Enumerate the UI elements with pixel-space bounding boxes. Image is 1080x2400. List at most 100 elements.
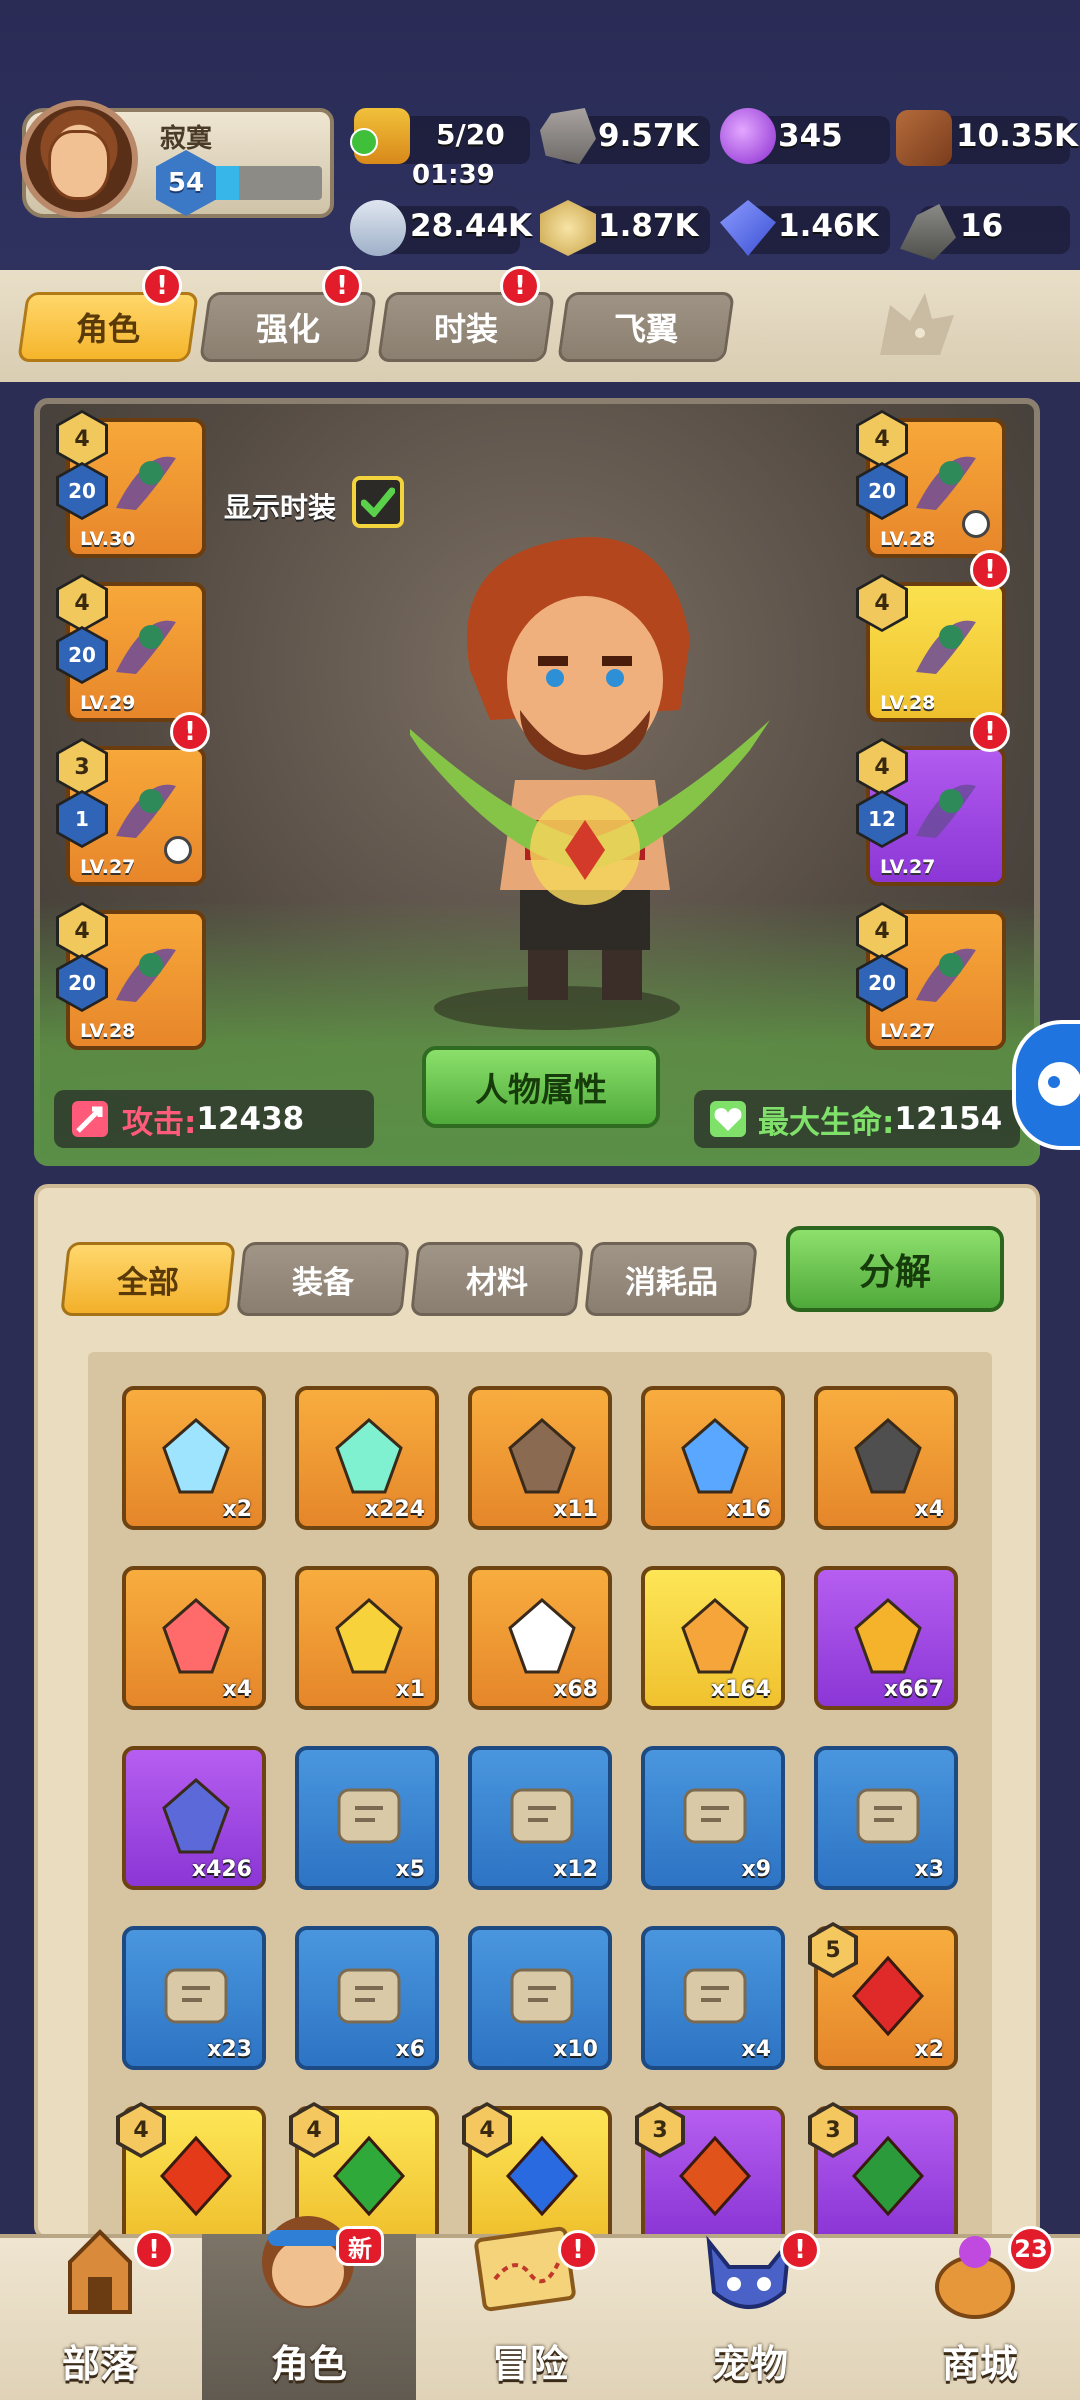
equipment-item-icon [116, 948, 176, 1002]
filter-equipment[interactable]: 装备 [236, 1242, 410, 1316]
bone-value: 28.44K [410, 208, 533, 244]
tribe-icon [68, 2229, 132, 2314]
bone-icon [350, 200, 406, 256]
inventory-item[interactable]: x16 [641, 1386, 785, 1530]
filter-all[interactable]: 全部 [60, 1242, 236, 1316]
item-quantity: x68 [553, 1677, 598, 1702]
decompose-button[interactable]: 分解 [786, 1226, 1004, 1312]
inventory-item[interactable]: x164 [641, 1566, 785, 1710]
inventory-item[interactable]: x4 [641, 1926, 785, 2070]
inventory-item[interactable]: x1 [295, 1566, 439, 1710]
gamepad-icon [1038, 1062, 1080, 1106]
alert-icon: ! [322, 266, 362, 306]
equipment-level: LV.27 [880, 856, 936, 878]
inventory-item[interactable]: 4 [462, 2102, 612, 2234]
equipment-level: LV.27 [880, 1020, 936, 1042]
lock-icon [164, 836, 192, 864]
add-stamina-icon[interactable] [350, 128, 378, 156]
shop-count-badge: 23 [1008, 2226, 1054, 2272]
item-icon [510, 1788, 574, 1844]
stone-value: 9.57K [598, 118, 699, 154]
inventory-item[interactable]: x12 [468, 1746, 612, 1890]
equipment-item-icon [116, 784, 176, 838]
filter-materials[interactable]: 材料 [410, 1242, 584, 1316]
item-quantity: x667 [883, 1677, 944, 1702]
item-icon [335, 1418, 403, 1494]
item-icon [164, 1968, 228, 2024]
inventory-item[interactable]: x4 [122, 1566, 266, 1710]
alert-icon: ! [558, 2230, 598, 2270]
side-menu-handle[interactable] [1012, 1020, 1080, 1150]
item-icon [678, 2135, 752, 2217]
orb-value: 345 [778, 118, 843, 154]
alert-icon: ! [500, 266, 540, 306]
equipment-level: LV.28 [880, 528, 936, 550]
item-quantity: x23 [207, 2037, 252, 2062]
wood-value: 10.35K [956, 118, 1079, 154]
inventory-item[interactable]: x426 [122, 1746, 266, 1890]
max-hp-stat: 最大生命: 12154 [694, 1090, 1020, 1148]
equipment-item-icon [116, 620, 176, 674]
item-quantity: x2 [222, 1497, 253, 1522]
filter-consumables[interactable]: 消耗品 [584, 1242, 758, 1316]
item-quantity: x3 [914, 1857, 945, 1882]
item-icon [508, 1598, 576, 1674]
inventory-item[interactable]: x2 [122, 1386, 266, 1530]
inventory-item[interactable]: 3 [808, 2102, 958, 2234]
item-quantity: x10 [553, 2037, 598, 2062]
show-fashion-label: 显示时装 [224, 491, 337, 524]
item-quantity: x426 [191, 1857, 252, 1882]
stamina-timer: 01:39 [412, 160, 495, 190]
character-attributes-button[interactable]: 人物属性 [422, 1046, 660, 1128]
item-icon [337, 1968, 401, 2024]
coin-value: 1.87K [598, 208, 699, 244]
ore-value: 16 [960, 208, 1004, 244]
inventory-item[interactable]: x224 [295, 1386, 439, 1530]
item-icon [851, 1955, 925, 2037]
star-badge-value: 4 [466, 2106, 508, 2154]
inventory-item[interactable]: x9 [641, 1746, 785, 1890]
avatar-face-icon [48, 130, 110, 200]
show-fashion-checkbox[interactable] [352, 476, 404, 528]
item-icon [854, 1598, 922, 1674]
inventory-item[interactable]: x667 [814, 1566, 958, 1710]
item-icon [681, 1418, 749, 1494]
inventory-item[interactable]: x5 [295, 1746, 439, 1890]
orb-icon [720, 108, 776, 164]
item-quantity: x1 [395, 1677, 426, 1702]
inventory-item[interactable]: x68 [468, 1566, 612, 1710]
item-icon [335, 1598, 403, 1674]
inventory-item[interactable]: x3 [814, 1746, 958, 1890]
wood-icon [896, 110, 952, 166]
equipment-item-icon [916, 948, 976, 1002]
wolf-emblem-icon [880, 293, 954, 355]
item-quantity: x6 [395, 2037, 426, 2062]
item-quantity: x164 [710, 1677, 771, 1702]
hero-character [410, 537, 770, 1000]
item-quantity: x4 [222, 1677, 253, 1702]
item-quantity: x12 [553, 1857, 598, 1882]
player-name: 寂寞 [160, 124, 213, 154]
inventory-item[interactable]: x23 [122, 1926, 266, 2070]
item-quantity: x4 [741, 2037, 772, 2062]
alert-icon: ! [142, 266, 182, 306]
inventory-item[interactable]: x10 [468, 1926, 612, 2070]
star-badge-value: 4 [293, 2106, 335, 2154]
item-icon [510, 1968, 574, 2024]
inventory-item[interactable]: x4 [814, 1386, 958, 1530]
tab-wings[interactable]: 飞翼 [557, 292, 735, 362]
inventory-item[interactable]: 3 [635, 2102, 785, 2234]
inventory-item[interactable]: 5 x2 [808, 1922, 958, 2070]
star-badge-value: 3 [812, 2106, 854, 2154]
alert-icon: ! [780, 2230, 820, 2270]
item-icon [683, 1788, 747, 1844]
item-icon [854, 1418, 922, 1494]
item-quantity: x16 [726, 1497, 771, 1522]
checkmark-icon [361, 487, 395, 517]
item-icon [681, 1598, 749, 1674]
equipment-level: LV.28 [880, 692, 936, 714]
inventory-item[interactable]: x11 [468, 1386, 612, 1530]
item-icon [683, 1968, 747, 2024]
inventory-item[interactable]: x6 [295, 1926, 439, 2070]
crystal-value: 1.46K [778, 208, 879, 244]
